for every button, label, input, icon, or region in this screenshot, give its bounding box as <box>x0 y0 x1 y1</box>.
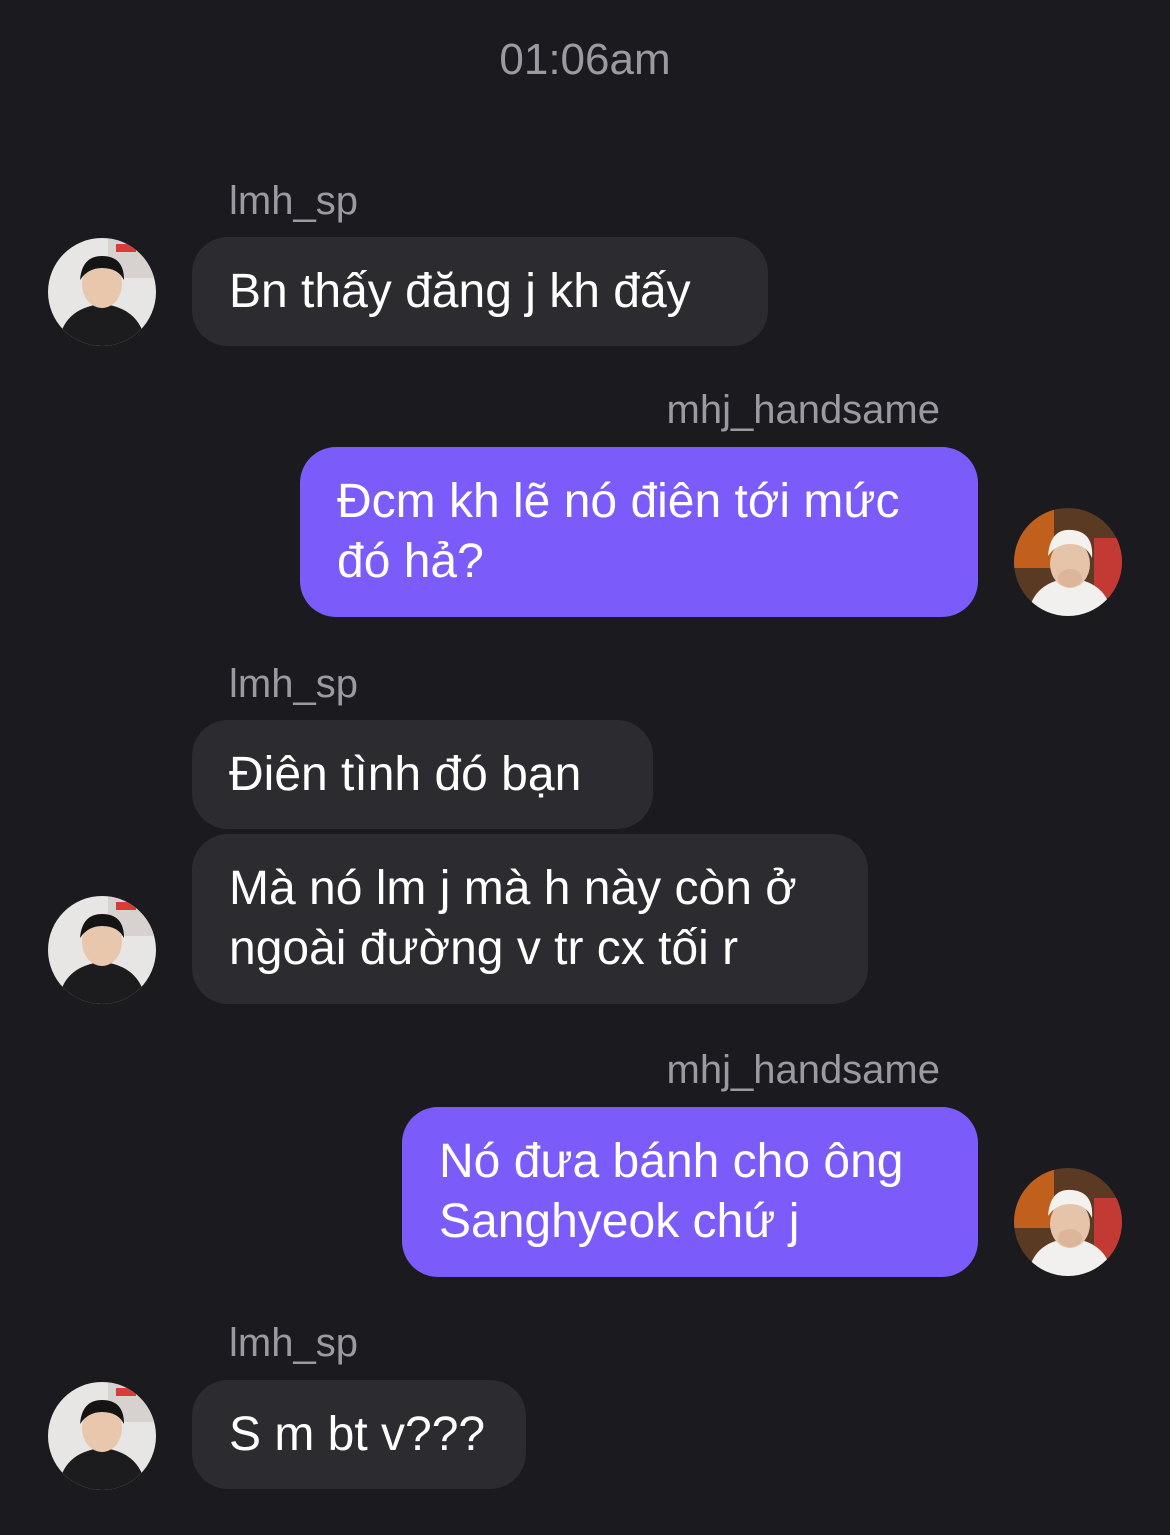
message-bubble-outgoing[interactable]: Nó đưa bánh cho ông Sanghyeok chứ j <box>402 1107 978 1277</box>
message-text: Nó đưa bánh cho ông Sanghyeok chứ j <box>439 1135 904 1248</box>
message-bubble-incoming[interactable]: Mà nó lm j mà h này còn ở ngoài đường v … <box>192 834 868 1004</box>
avatar-photo-icon <box>1014 1168 1122 1276</box>
sender-name: lmh_sp <box>229 1321 358 1365</box>
message-text: Mà nó lm j mà h này còn ở ngoài đường v … <box>229 862 797 975</box>
sender-name: lmh_sp <box>229 662 358 706</box>
avatar-mhj-handsame[interactable] <box>1014 1168 1122 1276</box>
message-bubble-incoming[interactable]: S m bt v??? <box>192 1380 526 1489</box>
message-text: Bn thấy đăng j kh đấy <box>229 264 691 318</box>
sender-name: mhj_handsame <box>666 388 941 432</box>
sender-name: lmh_sp <box>229 179 358 223</box>
message-bubble-incoming[interactable]: Điên tình đó bạn <box>192 720 653 829</box>
avatar-mhj-handsame[interactable] <box>1014 508 1122 616</box>
avatar-photo-icon <box>1014 508 1122 616</box>
avatar-lmh-sp[interactable] <box>48 1382 156 1490</box>
message-bubble-outgoing[interactable]: Đcm kh lẽ nó điên tới mức đó hả? <box>300 447 978 617</box>
avatar-photo-icon <box>48 1382 156 1490</box>
chat-screen: 01:06am lmh_sp Bn thấy đăng j kh đấy mhj… <box>0 0 1170 1535</box>
avatar-photo-icon <box>48 896 156 1004</box>
message-text: S m bt v??? <box>229 1407 486 1461</box>
sender-name: mhj_handsame <box>666 1048 941 1092</box>
message-bubble-incoming[interactable]: Bn thấy đăng j kh đấy <box>192 237 768 346</box>
avatar-lmh-sp[interactable] <box>48 896 156 1004</box>
message-text: Điên tình đó bạn <box>229 747 582 801</box>
avatar-lmh-sp[interactable] <box>48 238 156 346</box>
avatar-photo-icon <box>48 238 156 346</box>
timestamp: 01:06am <box>499 35 671 84</box>
message-text: Đcm kh lẽ nó điên tới mức đó hả? <box>337 475 900 588</box>
